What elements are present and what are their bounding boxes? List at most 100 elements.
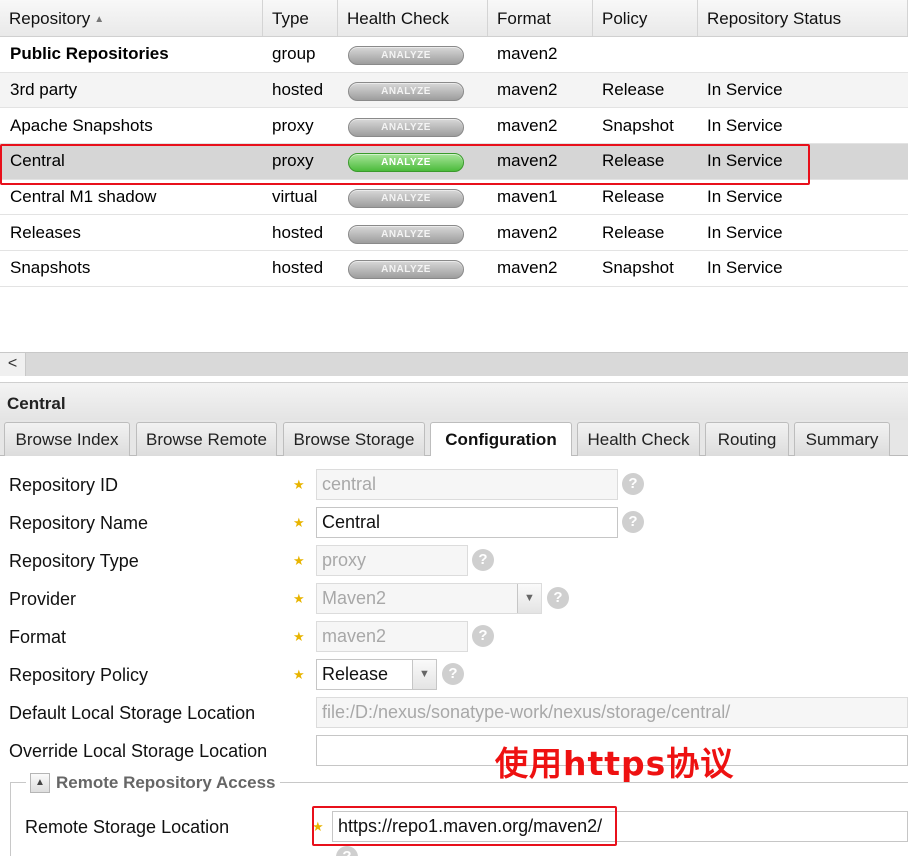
help-icon[interactable]: ? bbox=[622, 473, 644, 495]
type-cell: hosted bbox=[272, 258, 324, 278]
policy-cell: Release bbox=[602, 187, 665, 207]
policy-cell: Snapshot bbox=[602, 258, 674, 278]
policy-cell: Release bbox=[602, 80, 665, 100]
star-icon: ★ bbox=[293, 553, 305, 568]
type-cell: proxy bbox=[272, 151, 314, 171]
table-row[interactable]: Apache Snapshots proxy ANALYZE maven2 Sn… bbox=[0, 108, 908, 145]
repository-id-label: Repository ID bbox=[9, 475, 119, 495]
repository-name-cell: Central M1 shadow bbox=[10, 187, 157, 207]
panel-title: Central bbox=[0, 382, 908, 422]
repository-name-cell: Central bbox=[10, 151, 65, 171]
status-cell: In Service bbox=[707, 115, 783, 135]
chevron-up-icon[interactable]: ▲ bbox=[30, 773, 50, 793]
tab-configuration[interactable]: Configuration bbox=[430, 422, 572, 457]
override-storage-row: Override Local Storage Location bbox=[0, 735, 908, 769]
table-row[interactable]: Releases hosted ANALYZE maven2 Release I… bbox=[0, 215, 908, 252]
scroll-left-icon[interactable]: < bbox=[0, 353, 26, 376]
table-row[interactable]: Public Repositories group ANALYZE maven2 bbox=[0, 37, 908, 73]
column-header-policy[interactable]: Policy bbox=[593, 0, 698, 36]
grid-header: Repository ▲ Type Health Check Format Pol… bbox=[0, 0, 908, 37]
format-cell: maven2 bbox=[497, 258, 558, 278]
status-cell: In Service bbox=[707, 222, 783, 242]
repository-grid: Repository ▲ Type Health Check Format Pol… bbox=[0, 0, 908, 287]
repository-id-field: central bbox=[316, 469, 618, 500]
star-icon: ★ bbox=[293, 477, 305, 492]
status-cell: In Service bbox=[707, 258, 783, 278]
format-cell: maven1 bbox=[497, 187, 558, 207]
table-row-selected[interactable]: Central proxy ANALYZE maven2 Release In … bbox=[0, 144, 908, 185]
remote-access-legend: ▲ Remote Repository Access bbox=[26, 773, 280, 793]
tab-summary[interactable]: Summary bbox=[794, 422, 890, 456]
chevron-down-icon[interactable]: ▼ bbox=[412, 660, 436, 689]
status-cell: In Service bbox=[707, 80, 783, 100]
repository-name-field[interactable]: Central bbox=[316, 507, 618, 538]
format-row: Format ★ maven2 ? bbox=[0, 621, 908, 655]
star-icon: ★ bbox=[293, 667, 305, 682]
repository-name-cell: Apache Snapshots bbox=[10, 115, 153, 135]
repository-policy-value: Release bbox=[322, 664, 389, 684]
health-check-cell: ANALYZE bbox=[338, 115, 488, 137]
default-storage-field: file:/D:/nexus/sonatype-work/nexus/stora… bbox=[316, 697, 908, 728]
health-check-cell: ANALYZE bbox=[338, 257, 488, 280]
tab-browse-remote[interactable]: Browse Remote bbox=[136, 422, 277, 456]
tab-health-check[interactable]: Health Check bbox=[577, 422, 700, 456]
status-cell: In Service bbox=[707, 151, 783, 171]
help-icon[interactable]: ? bbox=[472, 549, 494, 571]
analyze-button[interactable]: ANALYZE bbox=[348, 117, 464, 137]
repository-name-cell: Public Repositories bbox=[10, 44, 169, 64]
health-check-cell: ANALYZE bbox=[338, 222, 488, 244]
column-header-format[interactable]: Format bbox=[488, 0, 593, 36]
repository-name-label: Repository Name bbox=[9, 513, 149, 533]
policy-cell: Release bbox=[602, 222, 665, 242]
analyze-button[interactable]: ANALYZE bbox=[348, 46, 464, 66]
star-icon: ★ bbox=[293, 515, 305, 530]
help-icon[interactable]: ? bbox=[547, 587, 569, 609]
column-header-health-check[interactable]: Health Check bbox=[338, 0, 488, 36]
table-row[interactable]: Snapshots hosted ANALYZE maven2 Snapshot… bbox=[0, 251, 908, 287]
help-icon[interactable]: ? bbox=[442, 663, 464, 685]
sort-ascending-icon: ▲ bbox=[94, 14, 105, 25]
help-icon[interactable]: ? bbox=[472, 625, 494, 647]
default-storage-row: Default Local Storage Location file:/D:/… bbox=[0, 697, 908, 731]
tab-browse-storage[interactable]: Browse Storage bbox=[283, 422, 425, 456]
analyze-button[interactable]: ANALYZE bbox=[348, 153, 464, 173]
column-header-repository[interactable]: Repository ▲ bbox=[0, 0, 263, 36]
provider-row: Provider ★ Maven2 ▼ ? bbox=[0, 583, 908, 617]
health-check-cell: ANALYZE bbox=[338, 150, 488, 173]
format-cell: maven2 bbox=[497, 80, 558, 100]
tab-bar: Browse Index Browse Remote Browse Storag… bbox=[0, 420, 908, 457]
format-label: Format bbox=[9, 627, 67, 647]
repository-policy-label: Repository Policy bbox=[9, 665, 149, 685]
format-cell: maven2 bbox=[497, 44, 558, 64]
default-storage-label: Default Local Storage Location bbox=[9, 703, 256, 723]
annotation-text: 使用https协议 bbox=[495, 744, 735, 783]
analyze-button[interactable]: ANALYZE bbox=[348, 189, 464, 209]
table-row[interactable]: 3rd party hosted ANALYZE maven2 Release … bbox=[0, 72, 908, 109]
horizontal-scrollbar[interactable]: < bbox=[0, 352, 908, 376]
analyze-button[interactable]: ANALYZE bbox=[348, 82, 464, 102]
repository-policy-select[interactable]: Release ▼ bbox=[316, 659, 437, 690]
provider-value: Maven2 bbox=[322, 588, 387, 608]
health-check-cell: ANALYZE bbox=[338, 43, 488, 66]
table-row[interactable]: Central M1 shadow virtual ANALYZE maven1… bbox=[0, 180, 908, 216]
health-check-cell: ANALYZE bbox=[338, 79, 488, 102]
type-cell: hosted bbox=[272, 222, 324, 242]
annotation-highlight-box bbox=[312, 806, 617, 846]
column-header-type[interactable]: Type bbox=[263, 0, 338, 36]
override-storage-label: Override Local Storage Location bbox=[9, 741, 268, 761]
tab-routing[interactable]: Routing bbox=[705, 422, 789, 456]
format-field: maven2 bbox=[316, 621, 468, 652]
tab-browse-index[interactable]: Browse Index bbox=[4, 422, 130, 456]
analyze-button[interactable]: ANALYZE bbox=[348, 224, 464, 244]
star-icon: ★ bbox=[293, 629, 305, 644]
format-cell: maven2 bbox=[497, 151, 558, 171]
type-cell: proxy bbox=[272, 115, 314, 135]
provider-select: Maven2 ▼ bbox=[316, 583, 542, 614]
column-header-repository-status[interactable]: Repository Status bbox=[698, 0, 908, 36]
format-cell: maven2 bbox=[497, 222, 558, 242]
repository-policy-row: Repository Policy ★ Release ▼ ? bbox=[0, 659, 908, 693]
repository-name-cell: Releases bbox=[10, 222, 81, 242]
type-cell: virtual bbox=[272, 187, 318, 207]
analyze-button[interactable]: ANALYZE bbox=[348, 260, 464, 280]
help-icon[interactable]: ? bbox=[622, 511, 644, 533]
